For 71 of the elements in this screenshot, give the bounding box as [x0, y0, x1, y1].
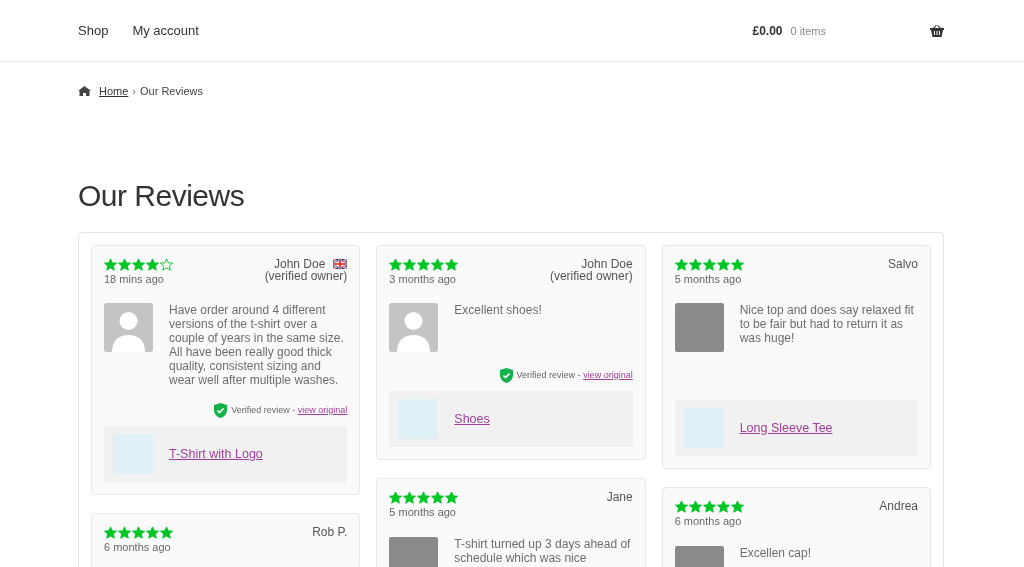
review-text: Nice top and does say relaxed fit to be fair but had to return it as was huge! — [739, 303, 915, 348]
review-time: 5 months ago — [674, 271, 743, 287]
breadcrumb-separator: › — [132, 84, 136, 99]
filled-star-icon — [417, 257, 431, 271]
author-name: Andrea — [879, 500, 918, 513]
review-text: Have order around 4 different versions of the t-shirt over a couple of years in the same size. All have been really good thick quality, consistent sizing and wear well after multiple washes. — [169, 303, 345, 388]
filled-star-icon — [132, 526, 145, 540]
empty-star-icon — [160, 257, 173, 271]
author-name: John Doe — [581, 257, 633, 271]
filled-star-icon — [674, 257, 688, 271]
review-time: 5 months ago — [389, 505, 457, 520]
verified-owner-label: (verified owner) — [264, 270, 348, 283]
filled-star-icon — [730, 500, 744, 513]
filled-star-icon — [431, 257, 445, 271]
filled-star-icon — [104, 257, 117, 271]
filled-star-icon — [716, 500, 730, 513]
verified-review-text: Verified review - view original — [231, 403, 348, 417]
verified-owner-label: (verified owner) — [549, 270, 633, 283]
filled-star-icon — [730, 257, 744, 271]
photo-placeholder — [674, 303, 724, 352]
nav-link[interactable]: My account — [132, 20, 199, 41]
breadcrumb-link[interactable]: Home — [99, 83, 129, 100]
basket-icon[interactable] — [930, 24, 944, 37]
nav-link[interactable]: Shop — [78, 20, 109, 41]
review-time: 6 months ago — [104, 540, 172, 556]
filled-star-icon — [146, 526, 159, 540]
filled-star-icon — [688, 500, 702, 513]
review-time: 18 mins ago — [104, 271, 165, 287]
filled-star-icon — [445, 491, 459, 504]
cart-count[interactable]: 0 items — [790, 22, 826, 39]
filled-star-icon — [146, 257, 159, 271]
product-link[interactable]: Long Sleeve Tee — [739, 418, 833, 438]
filled-star-icon — [403, 491, 417, 504]
filled-star-icon — [389, 491, 403, 504]
review-time: 3 months ago — [389, 271, 457, 287]
page-title: Our Reviews — [78, 177, 246, 214]
author-name: Rob P. — [312, 526, 348, 539]
author-name: Salvo — [887, 257, 918, 271]
review-text: Excellent shoes! — [454, 303, 542, 319]
review-time: 6 months ago — [674, 514, 743, 529]
view-original-link[interactable]: view original — [297, 404, 348, 415]
filled-star-icon — [132, 257, 145, 271]
avatar-silhouette-icon — [389, 303, 439, 352]
review-text: T-shirt turned up 3 days ahead of schedule which was nice — [454, 536, 632, 567]
filled-star-icon — [417, 491, 431, 504]
cart-total[interactable]: £0.00 — [752, 21, 783, 40]
review-text: Excellen cap! — [739, 545, 812, 562]
filled-star-icon — [403, 257, 417, 271]
filled-star-icon — [716, 257, 730, 271]
product-link[interactable]: T-Shirt with Logo — [169, 444, 263, 464]
avatar-silhouette-icon — [104, 303, 153, 352]
filled-star-icon — [445, 257, 459, 271]
filled-star-icon — [431, 491, 445, 504]
filled-star-icon — [702, 257, 716, 271]
filled-star-icon — [160, 526, 173, 540]
shield-check-icon — [214, 403, 228, 419]
view-original-link[interactable]: view original — [583, 369, 633, 380]
filled-star-icon — [674, 500, 688, 513]
author-name: Jane — [606, 491, 633, 504]
filled-star-icon — [688, 257, 702, 271]
shield-check-icon — [499, 368, 513, 383]
author-name: John Doe — [273, 257, 326, 271]
filled-star-icon — [389, 257, 403, 271]
verified-review-text: Verified review - view original — [516, 368, 633, 382]
filled-star-icon — [118, 526, 131, 540]
filled-star-icon — [702, 500, 716, 513]
home-icon — [78, 86, 91, 97]
filled-star-icon — [118, 257, 131, 271]
product-link[interactable]: Shoes — [454, 409, 490, 429]
breadcrumb-current: Our Reviews — [140, 84, 203, 99]
filled-star-icon — [104, 526, 117, 540]
